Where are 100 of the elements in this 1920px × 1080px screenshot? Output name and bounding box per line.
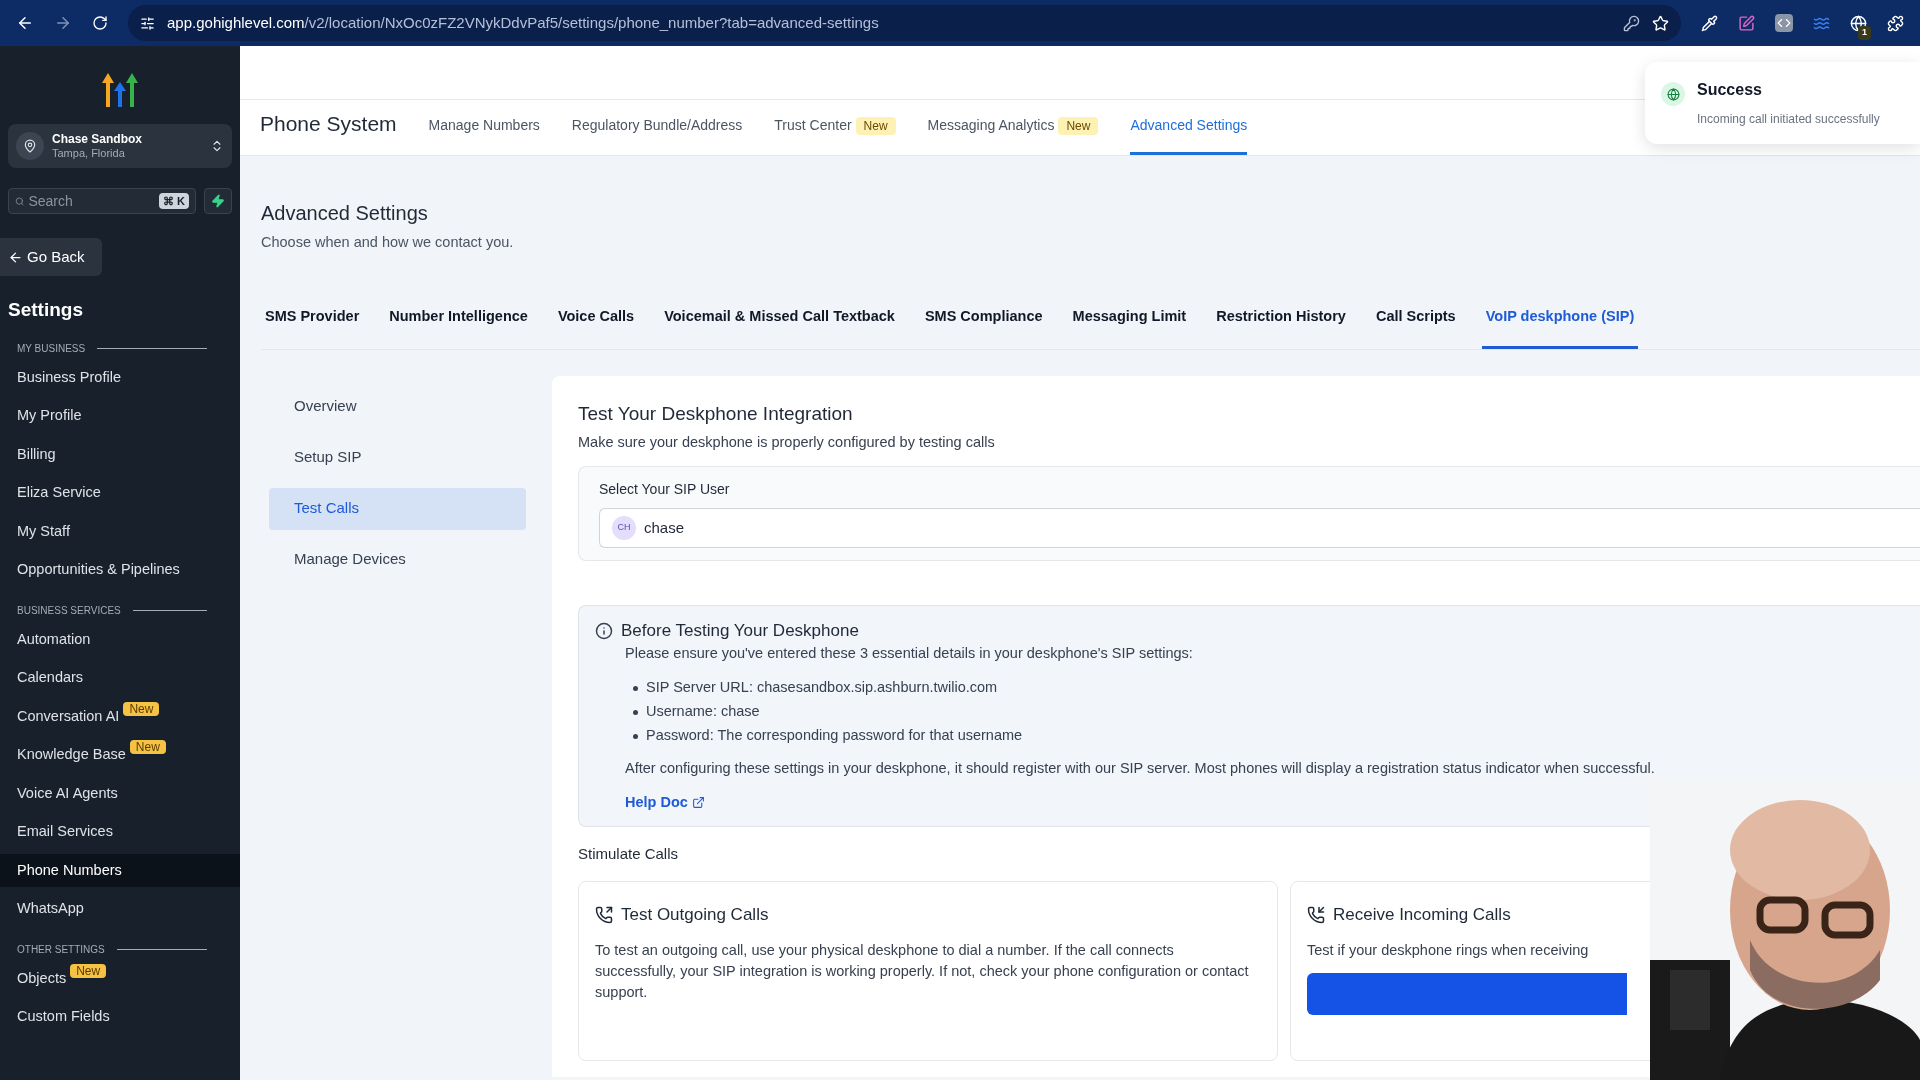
url-text: app.gohighlevel.com/v2/location/NxOc0zFZ2VNykDdvPaf5/settings/phone_number?tab=advanced-settings	[167, 12, 879, 33]
toast-message: Incoming call initiated successfully	[1697, 111, 1880, 128]
sidebar-item-label: WhatsApp	[17, 899, 84, 918]
settings-tab[interactable]: Voice Calls	[553, 305, 639, 349]
sidebar-item[interactable]: Billing	[0, 437, 240, 471]
bullet-icon	[633, 709, 638, 715]
sidebar-item[interactable]: Knowledge Base New	[0, 738, 240, 772]
bullet-text: Password: The corresponding password for that username	[646, 725, 1023, 745]
call-card-text: Test if your deskphone rings when receiving	[1307, 940, 1590, 960]
call-button[interactable]	[1307, 972, 1627, 1015]
location-icon	[16, 132, 44, 160]
header-tab[interactable]: Trust Center New	[774, 111, 896, 155]
sidebar-item-label: My Staff	[17, 521, 70, 541]
card-title: Test Your Deskphone Integration	[578, 401, 854, 426]
sidebar-item[interactable]: Custom Fields	[0, 1000, 240, 1034]
forward-icon[interactable]	[54, 14, 72, 32]
call-card-title: Test Outgoing Calls	[621, 904, 769, 927]
subnav-item[interactable]: Setup SIP	[269, 436, 526, 479]
sidebar-item-label: Objects	[17, 968, 67, 988]
header-tab-label: Trust Center	[774, 116, 852, 135]
sidebar-item[interactable]: Phone Numbers	[0, 853, 240, 887]
settings-tab[interactable]: SMS Provider	[261, 305, 364, 349]
account-switcher[interactable]: Chase Sandbox Tampa, Florida	[8, 124, 232, 168]
search-field[interactable]: Search ⌘ K	[8, 188, 196, 214]
sidebar-item-label: Voice AI Agents	[17, 783, 118, 803]
shortcut-key: ⌘ K	[159, 192, 189, 210]
sidebar-item-label: Calendars	[17, 668, 84, 687]
settings-tab[interactable]: Number Intelligence	[385, 305, 532, 349]
globe-icon	[1661, 82, 1685, 106]
sidebar-item-label: Opportunities & Pipelines	[17, 560, 180, 579]
sidebar-item-label: Phone Numbers	[17, 860, 122, 880]
sip-user-select[interactable]: CH chase	[599, 507, 1920, 548]
reload-icon[interactable]	[92, 15, 108, 31]
sidebar-item[interactable]: Email Services	[0, 815, 240, 849]
sidebar-item[interactable]: Eliza Service	[0, 476, 240, 510]
new-badge: New	[129, 740, 166, 754]
header-tab[interactable]: Manage Numbers	[428, 111, 540, 155]
sidebar-item[interactable]: Conversation AI New	[0, 699, 240, 733]
sidebar-item[interactable]: My Staff	[0, 514, 240, 548]
bullet-icon	[633, 686, 638, 691]
sidebar-item[interactable]: Voice AI Agents	[0, 776, 240, 810]
sidebar-item-label: Automation	[17, 629, 91, 649]
new-badge: New	[123, 701, 160, 716]
sidebar-item[interactable]: WhatsApp	[0, 892, 240, 926]
user-avatar: CH	[612, 515, 636, 540]
info-note: After configuring these settings in your deskphone, it should register with our SIP server. Most phones will display a registration status indicator when successful.	[625, 759, 1656, 779]
sidebar-item[interactable]: Business Profile	[0, 360, 240, 394]
bookmark-star-icon[interactable]	[1652, 14, 1669, 32]
settings-tab[interactable]: Messaging Limit	[1068, 305, 1191, 349]
settings-tab[interactable]: Voicemail & Missed Call Textback	[660, 305, 899, 349]
settings-tab[interactable]: VoIP deskphone (SIP)	[1481, 305, 1639, 349]
address-bar[interactable]: app.gohighlevel.com/v2/location/NxOc0zFZ2VNykDdvPaf5/settings/phone_number?tab=advanced-settings	[128, 5, 1681, 41]
new-badge: New	[1058, 117, 1099, 135]
section-title: Advanced Settings	[261, 201, 429, 226]
card-subtitle: Make sure your deskphone is properly configured by testing calls	[578, 433, 996, 452]
toast-title: Success	[1697, 80, 1763, 100]
subnav-item[interactable]: Test Calls	[269, 487, 526, 530]
sidebar-item-label: Conversation AI	[17, 706, 120, 726]
section-heading: BUSINESS SERVICES	[17, 603, 121, 618]
extension-badge: 1	[1858, 26, 1871, 40]
info-icon	[595, 621, 613, 640]
section-heading: OTHER SETTINGS	[17, 942, 105, 957]
call-card-text: To test an outgoing call, use your physical deskphone to dial a number. If the call connects successfully, your SIP integration is working properly. If not, check your phone configuration or contact support.	[595, 940, 1250, 1002]
sidebar-item-label: Custom Fields	[17, 1007, 110, 1026]
sidebar-item[interactable]: My Profile	[0, 399, 240, 433]
phone-incoming-icon	[1307, 906, 1325, 924]
code-icon[interactable]	[1775, 14, 1793, 32]
back-icon[interactable]	[16, 14, 34, 32]
eyedropper-icon[interactable]	[1701, 14, 1718, 32]
settings-tab[interactable]: Call Scripts	[1371, 305, 1460, 349]
settings-title: Settings	[7, 298, 84, 322]
search-icon	[15, 194, 25, 208]
sidebar-item[interactable]: Opportunities & Pipelines	[0, 553, 240, 587]
sidebar-item[interactable]: Automation	[0, 622, 240, 656]
bullet-icon	[633, 733, 638, 739]
bolt-button[interactable]	[204, 188, 232, 214]
page-title: Phone System	[260, 110, 397, 137]
header-tab[interactable]: Messaging Analytics New	[927, 111, 1099, 155]
account-name: Chase Sandbox	[52, 131, 144, 147]
header-tab-label: Regulatory Bundle/Address	[571, 116, 743, 135]
subnav-item[interactable]: Manage Devices	[269, 538, 526, 581]
call-card-title: Receive Incoming Calls	[1333, 904, 1511, 927]
section-heading: MY BUSINESS	[17, 341, 86, 356]
search-input[interactable]: Search	[28, 190, 155, 212]
sidebar-item-label: My Profile	[17, 406, 82, 425]
extensions-icon[interactable]	[1887, 14, 1904, 32]
go-back-button[interactable]: Go Back	[0, 238, 102, 276]
subnav-item[interactable]: Overview	[269, 385, 526, 428]
settings-tab[interactable]: SMS Compliance	[920, 305, 1047, 349]
sidebar-item-label: Email Services	[17, 822, 113, 841]
settings-tab[interactable]: Restriction History	[1212, 305, 1350, 349]
select-label: Select Your SIP User	[599, 479, 731, 499]
info-title: Before Testing Your Deskphone	[621, 619, 859, 642]
help-doc-link[interactable]: Help Doc	[625, 792, 1920, 814]
sidebar-item[interactable]: Calendars	[0, 661, 240, 695]
pen-square-icon[interactable]	[1738, 14, 1755, 32]
key-icon[interactable]	[1623, 14, 1640, 32]
site-settings-icon[interactable]	[140, 15, 155, 31]
header-tab[interactable]: Regulatory Bundle/Address	[571, 111, 743, 155]
sidebar-item[interactable]: Objects New	[0, 961, 240, 995]
